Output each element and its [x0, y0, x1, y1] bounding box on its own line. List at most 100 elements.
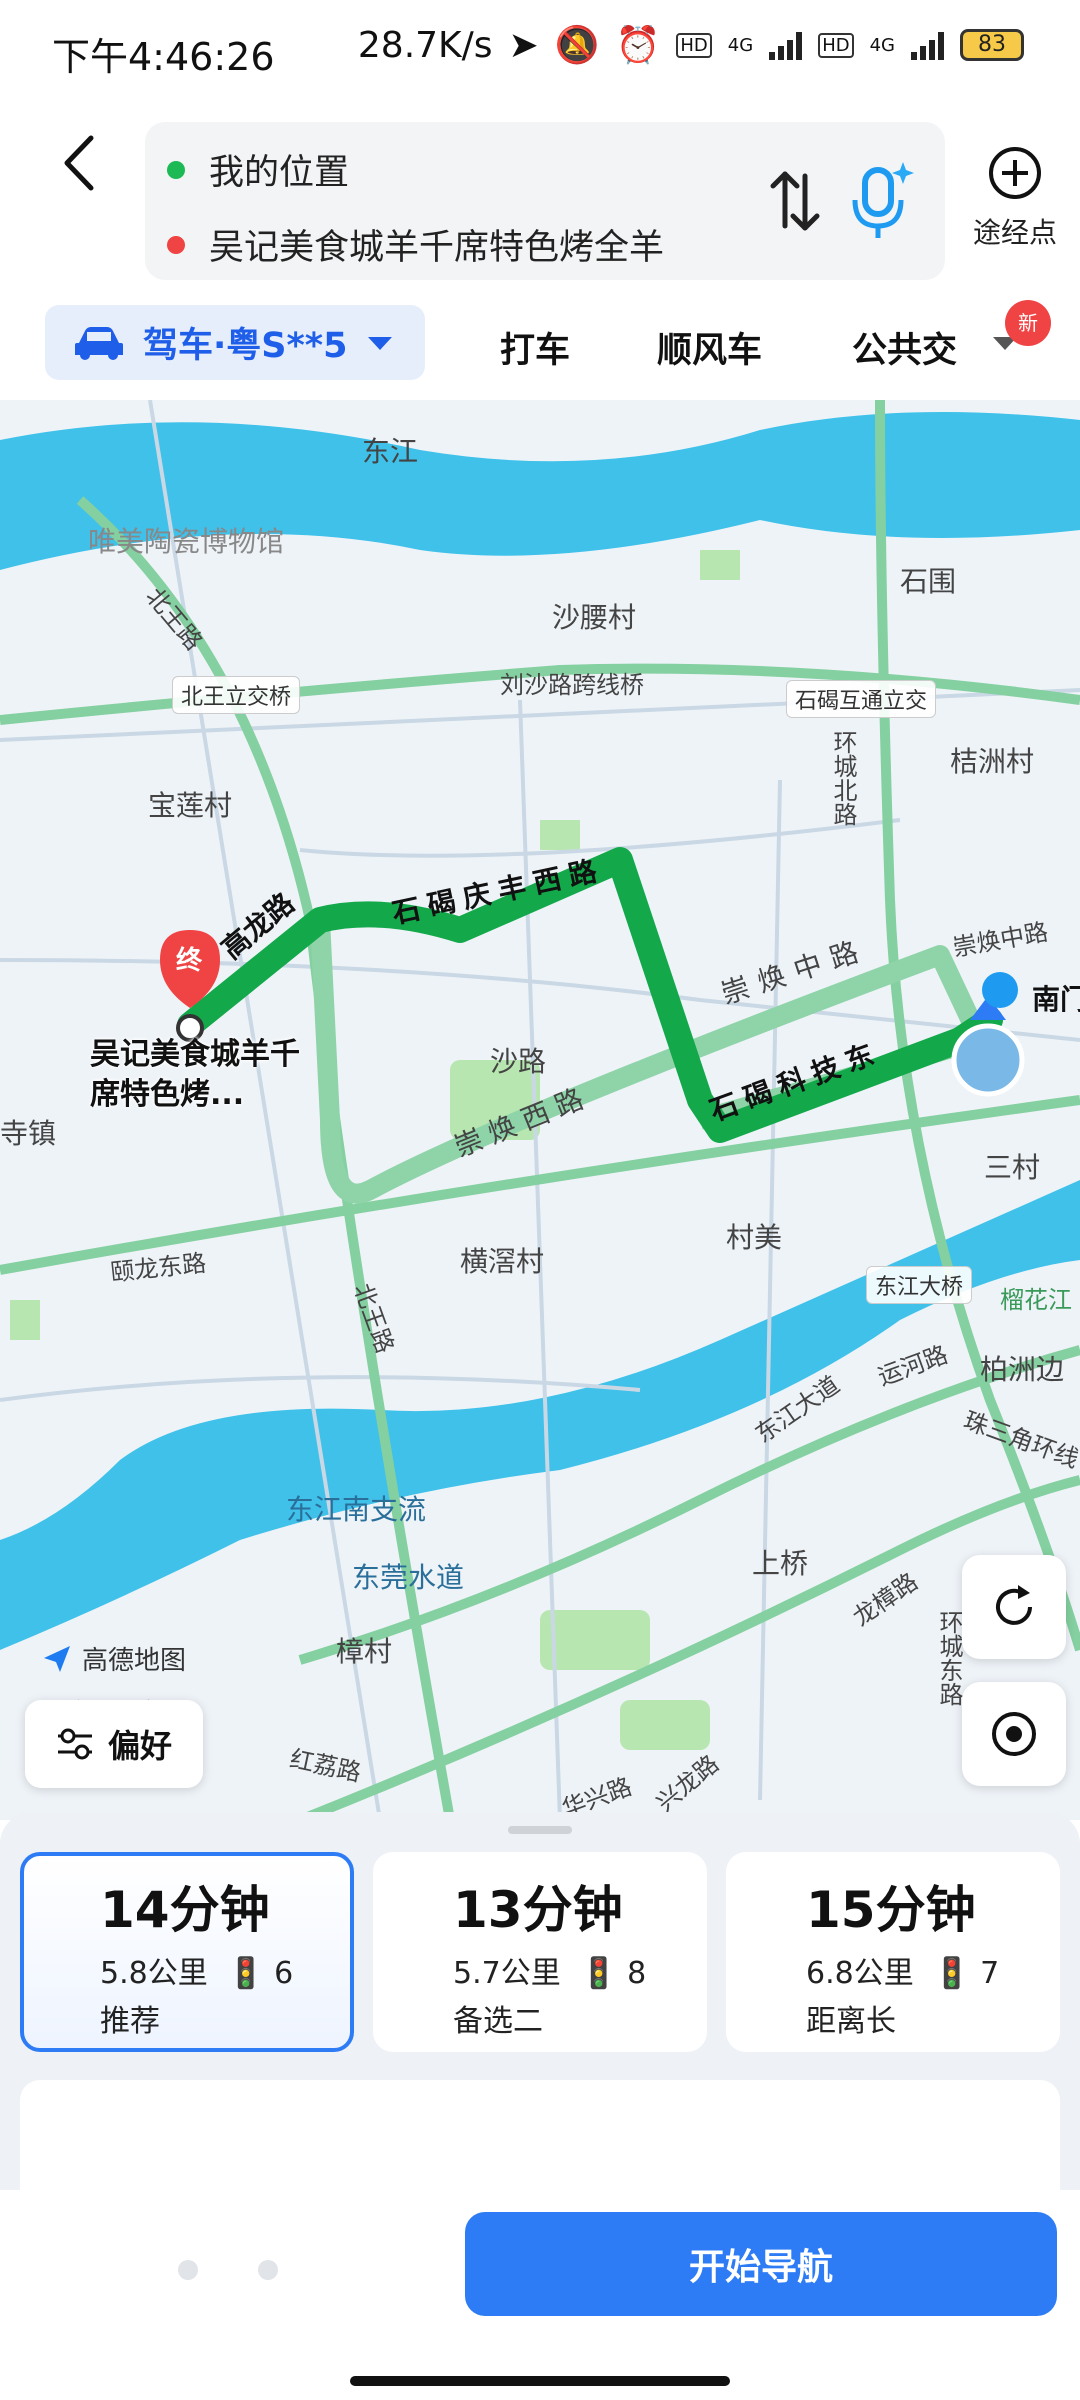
map-label: 榴花江	[1000, 1286, 1072, 1314]
signal-icon	[769, 30, 803, 60]
route-time: 14分钟	[100, 1881, 270, 1939]
map-label: 北王立交桥	[172, 676, 301, 714]
map-label: 寺镇	[0, 1117, 57, 1150]
mute-icon: 🔕	[554, 25, 600, 66]
car-icon	[75, 326, 123, 360]
map-label: 宝莲村	[148, 789, 233, 822]
route-tag: 推荐	[100, 2004, 160, 2039]
tab-transit[interactable]: 公共交	[852, 322, 962, 373]
origin-field[interactable]: 我的位置	[167, 144, 349, 195]
destination-map-label[interactable]: 吴记美食城羊千席特色烤...	[90, 1035, 300, 1115]
map-view[interactable]: 终 东江 唯美陶瓷博物馆 石围 沙腰村 北王立交桥 刘沙路跨线桥 石碣互通立交 …	[0, 400, 1080, 1820]
locate-button[interactable]	[962, 1682, 1066, 1786]
map-label: 东江大桥	[866, 1266, 973, 1304]
amap-brand: 高德地图	[40, 1640, 186, 1677]
map-label: 东江南支流	[286, 1493, 427, 1526]
destination-dot-icon	[167, 235, 185, 254]
map-label: 沙腰村	[552, 601, 637, 634]
status-time: 下午4:46:26	[52, 35, 275, 79]
map-label: 南门	[1032, 983, 1080, 1016]
page-indicator	[178, 2260, 278, 2280]
net-speed: 28.7K/s	[357, 24, 493, 66]
battery-icon: 83	[960, 29, 1024, 61]
network-type-2: 4G	[869, 34, 895, 56]
home-indicator[interactable]	[350, 2376, 730, 2386]
route-distance-row: 5.8公里 🚦 6	[100, 1948, 350, 1992]
map-label: 横滘村	[460, 1245, 545, 1278]
route-option-2[interactable]: 13分钟 5.7公里 🚦 8 备选二	[373, 1852, 707, 2052]
alarm-icon: ⏰	[615, 25, 661, 66]
drive-tab-label: 驾车·粤S**5	[143, 326, 348, 366]
route-option-1[interactable]: 14分钟 5.8公里 🚦 6 推荐	[20, 1852, 354, 2052]
map-label: 刘沙路跨线桥	[500, 671, 644, 699]
tab-drive[interactable]: 驾车·粤S**5	[45, 305, 425, 380]
map-label: 上桥	[752, 1547, 809, 1580]
hd-badge-1: HD	[676, 32, 712, 58]
locate-icon	[992, 1712, 1036, 1756]
travel-mode-tabs: 驾车·粤S**5 打车 顺风车 公共交 新	[0, 300, 1080, 400]
route-time: 13分钟	[453, 1881, 623, 1939]
map-label: 三村	[984, 1151, 1041, 1184]
map-label[interactable]: 唯美陶瓷博物馆	[88, 520, 284, 560]
hd-badge-2: HD	[818, 32, 854, 58]
route-lights: 7	[980, 1956, 1000, 1991]
route-tag: 备选二	[453, 2004, 543, 2039]
voice-button[interactable]	[845, 158, 917, 242]
destination-field[interactable]: 吴记美食城羊千席特色烤全羊	[167, 219, 664, 270]
map-label: 柏洲边	[980, 1353, 1065, 1386]
preference-label: 偏好	[107, 1727, 172, 1765]
route-lights: 8	[627, 1956, 647, 1991]
destination-map-name: 吴记美食城羊千席特色烤...	[90, 1037, 300, 1112]
route-distance-row: 5.7公里 🚦 8	[453, 1948, 707, 1992]
route-distance-row: 6.8公里 🚦 7	[806, 1948, 1060, 1992]
traffic-light-icon: 🚦	[933, 1956, 971, 1991]
route-time: 15分钟	[806, 1881, 976, 1939]
preference-button[interactable]: 偏好	[25, 1700, 203, 1788]
destination-text: 吴记美食城羊千席特色烤全羊	[209, 228, 665, 268]
map-label: 东江	[362, 435, 419, 468]
swap-icon	[770, 171, 820, 231]
map-label: 环城北路	[829, 730, 857, 826]
sliders-icon	[57, 1728, 92, 1760]
map-label: 石围	[900, 565, 957, 598]
route-distance: 5.7公里	[453, 1956, 561, 1991]
status-bar: 下午4:46:26 28.7K/s ➤ 🔕 ⏰ HD 4G HD 4G 83	[0, 0, 1080, 100]
add-waypoint-button[interactable]: 途经点	[960, 145, 1070, 285]
chevron-left-icon	[64, 135, 94, 191]
sheet-handle[interactable]	[508, 1826, 572, 1834]
tab-taxi[interactable]: 打车	[500, 322, 570, 373]
microphone-icon	[852, 162, 914, 238]
route-lights: 6	[274, 1956, 294, 1991]
route-distance: 5.8公里	[100, 1956, 208, 1991]
route-distance: 6.8公里	[806, 1956, 914, 1991]
start-navigation-button[interactable]: 开始导航	[465, 2212, 1057, 2316]
new-badge: 新	[1005, 300, 1051, 346]
brand-name: 高德地图	[82, 1646, 187, 1676]
traffic-light-icon: 🚦	[580, 1956, 618, 1991]
map-label: 村美	[726, 1221, 783, 1254]
navigation-arrow-icon	[44, 1645, 70, 1672]
map-label: 樟村	[336, 1635, 393, 1668]
refresh-button[interactable]	[962, 1555, 1066, 1659]
route-input-box: 我的位置 吴记美食城羊千席特色烤全羊	[145, 122, 945, 280]
bottom-action-bar: 开始导航	[0, 2190, 1080, 2400]
map-label: 石碣互通立交	[786, 680, 937, 718]
route-option-3[interactable]: 15分钟 6.8公里 🚦 7 距离长	[726, 1852, 1060, 2052]
send-icon: ➤	[508, 24, 539, 66]
origin-dot-icon	[167, 160, 185, 179]
origin-text: 我的位置	[209, 153, 350, 193]
route-tag: 距离长	[806, 2004, 896, 2039]
network-type-1: 4G	[727, 34, 754, 56]
status-icons: 28.7K/s ➤ 🔕 ⏰ HD 4G HD 4G 83	[358, 24, 1024, 66]
tab-carpool[interactable]: 顺风车	[657, 322, 762, 373]
map-label: 沙路	[490, 1045, 547, 1078]
back-button[interactable]	[55, 128, 125, 208]
plus-circle-icon	[989, 147, 1041, 199]
waypoint-label: 途经点	[972, 216, 1057, 249]
traffic-light-icon: 🚦	[227, 1956, 265, 1991]
signal-icon-2	[911, 30, 944, 60]
refresh-icon	[996, 1585, 1032, 1625]
swap-button[interactable]	[765, 166, 825, 236]
dest-marker-text: 终	[176, 946, 203, 976]
map-label: 桔洲村	[950, 745, 1035, 778]
